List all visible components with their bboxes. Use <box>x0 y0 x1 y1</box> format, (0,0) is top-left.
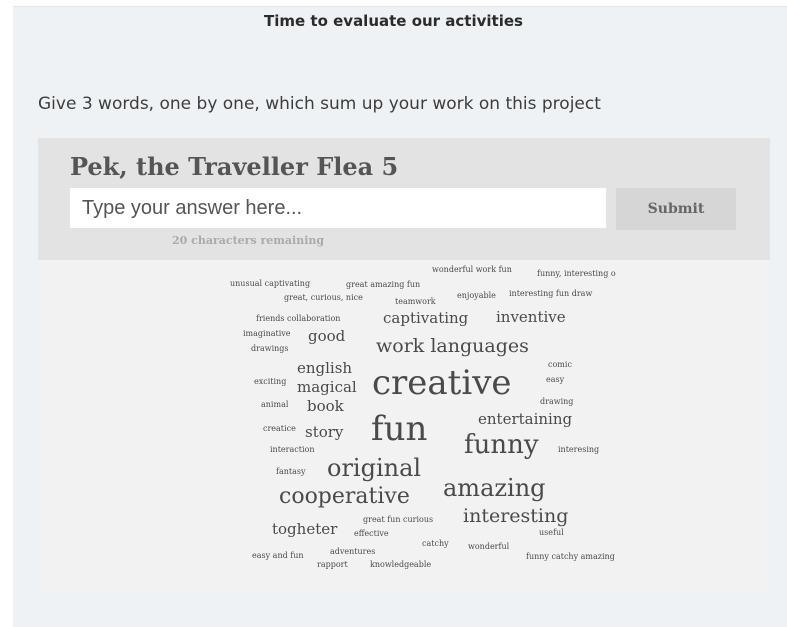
cloud-word: adventures <box>330 547 376 556</box>
cloud-word: entertaining <box>478 410 573 428</box>
cloud-word: fun <box>371 409 428 449</box>
cloud-word: enjoyable <box>457 291 496 300</box>
cloud-word: comic <box>548 360 572 369</box>
card-title: Pek, the Traveller Flea 5 <box>70 152 399 181</box>
submit-button[interactable]: Submit <box>616 188 736 230</box>
cloud-word: creatice <box>263 424 296 433</box>
cloud-word: unusual captivating <box>230 279 311 288</box>
page-title: Time to evaluate our activities <box>264 12 523 30</box>
cloud-word: easy <box>546 375 565 384</box>
cloud-word: interesting <box>463 505 569 527</box>
cloud-word: amazing <box>443 474 546 502</box>
cloud-word: wonderful work fun <box>432 265 512 274</box>
word-cloud: unusual captivating great amazing fun wo… <box>38 260 770 590</box>
cloud-word: rapport <box>317 560 348 569</box>
answer-input[interactable] <box>70 188 606 228</box>
cloud-word: good <box>308 327 346 345</box>
question-prompt: Give 3 words, one by one, which sum up y… <box>38 94 601 114</box>
cloud-word: great, curious, nice <box>284 293 363 302</box>
cloud-word: knowledgeable <box>370 560 432 569</box>
cloud-word: magical <box>297 378 357 396</box>
cloud-word: great fun curious <box>363 515 434 524</box>
cloud-word: wonderful <box>468 542 510 551</box>
card-header: Pek, the Traveller Flea 5 Submit 20 char… <box>38 138 770 260</box>
cloud-word: original <box>327 454 422 482</box>
cloud-word: interaction <box>270 445 315 454</box>
cloud-word: friends collaboration <box>256 314 341 323</box>
cloud-word: book <box>307 397 344 415</box>
characters-remaining: 20 characters remaining <box>172 234 325 247</box>
cloud-word: cooperative <box>279 484 410 509</box>
cloud-word: drawings <box>251 344 289 353</box>
cloud-word: catchy <box>422 539 449 548</box>
cloud-word: funny <box>464 430 539 460</box>
cloud-word: easy and fun <box>252 551 304 560</box>
cloud-word: teamwork <box>395 297 436 306</box>
cloud-word: imaginative <box>243 329 291 338</box>
cloud-word: english <box>297 359 353 377</box>
cloud-word: story <box>305 423 344 441</box>
cloud-word: drawing <box>540 397 574 406</box>
cloud-word: fantasy <box>276 467 306 476</box>
answer-card: Pek, the Traveller Flea 5 Submit 20 char… <box>38 138 770 590</box>
cloud-word: funny, interesting o <box>537 269 616 278</box>
cloud-word: exciting <box>254 377 287 386</box>
cloud-word: useful <box>539 528 564 537</box>
cloud-word: interesing <box>558 445 600 454</box>
cloud-word: togheter <box>272 520 338 538</box>
cloud-word: inventive <box>496 308 566 326</box>
cloud-word: captivating <box>383 309 469 327</box>
cloud-word: effective <box>354 529 389 538</box>
cloud-word: work languages <box>376 335 529 357</box>
cloud-word: interesting fun draw <box>509 289 593 298</box>
cloud-word: animal <box>261 400 289 409</box>
cloud-word: great amazing fun <box>346 280 421 289</box>
cloud-word: creative <box>372 363 512 403</box>
cloud-word: funny catchy amazing <box>526 552 615 561</box>
